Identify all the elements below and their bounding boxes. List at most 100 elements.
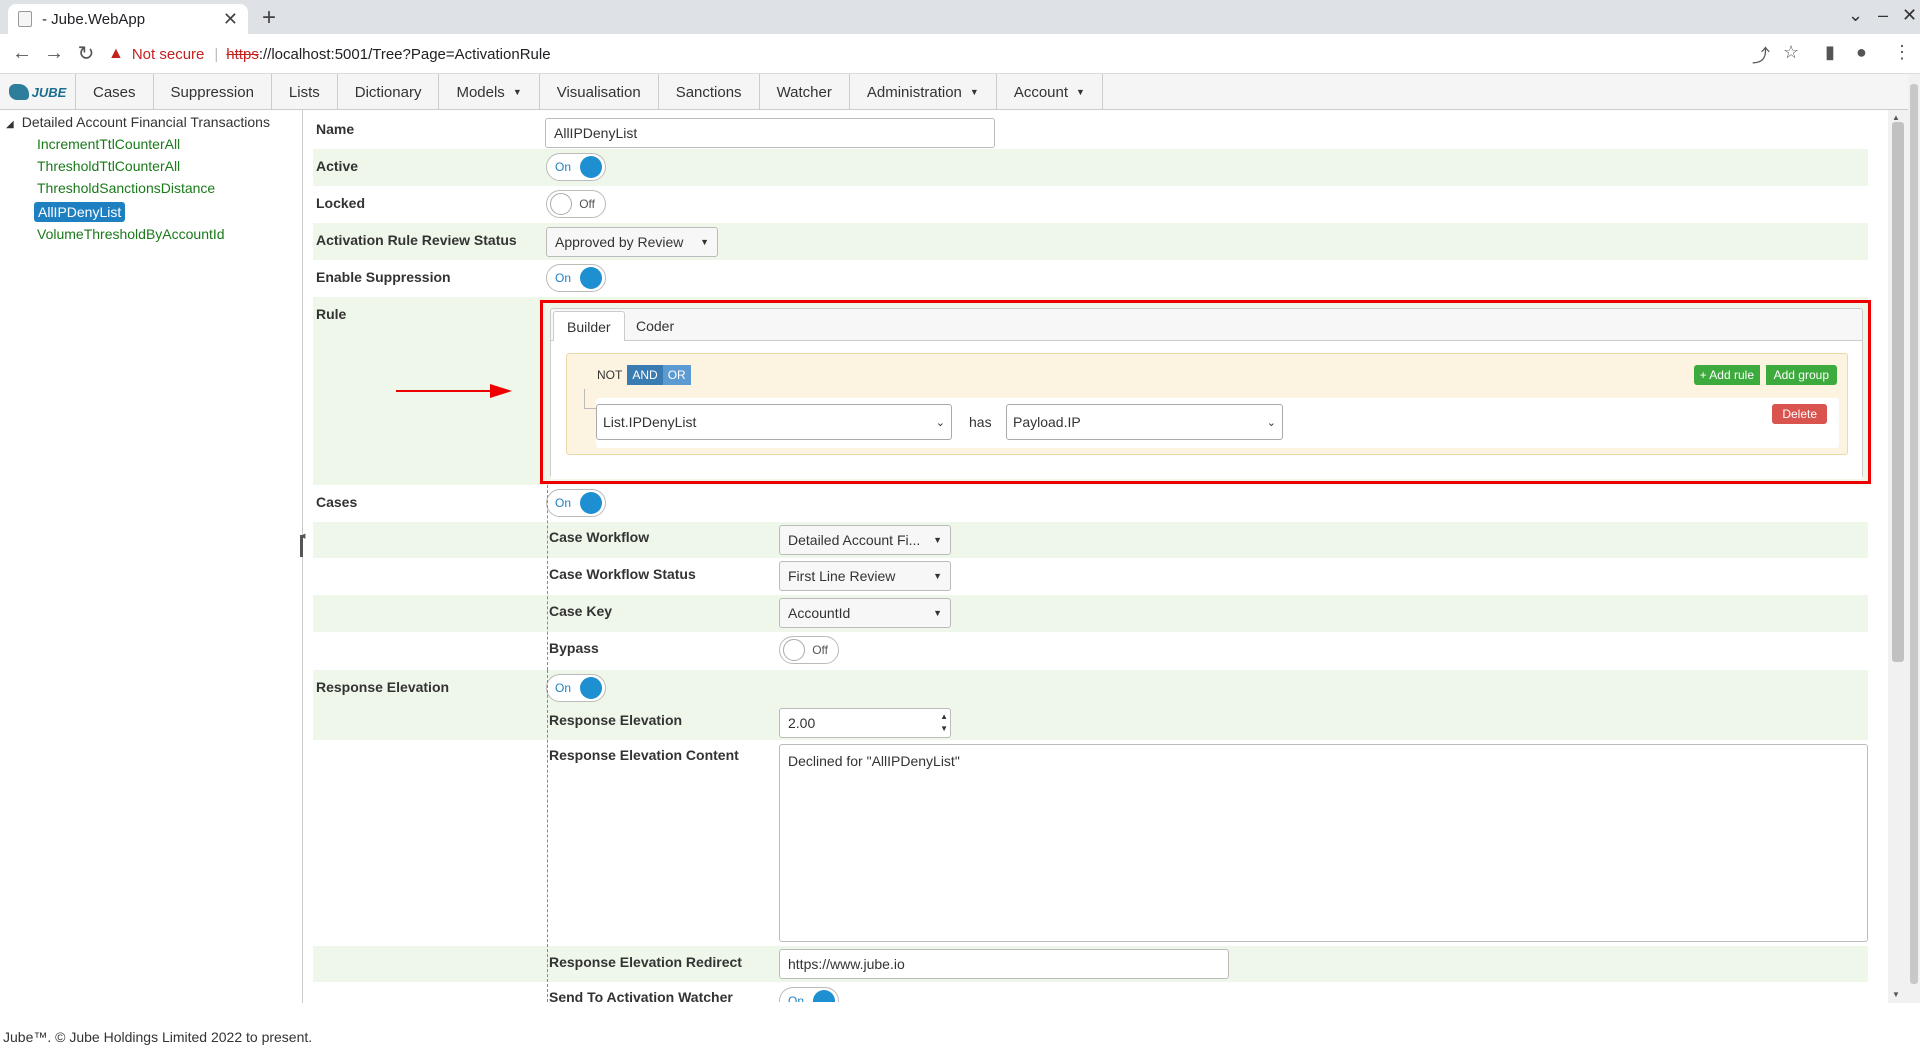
tree-item[interactable]: IncrementTtlCounterAll [37, 134, 180, 154]
name-label: Name [316, 121, 355, 137]
case-key-select[interactable]: AccountId ▼ [779, 598, 951, 628]
caret-down-icon: ▼ [700, 237, 709, 247]
nav-cases[interactable]: Cases [76, 74, 154, 110]
caret-down-icon: ▼ [512, 87, 522, 97]
chevron-down-icon[interactable]: ⌄ [1848, 5, 1863, 26]
name-input[interactable]: AllIPDenyList [545, 118, 995, 148]
browser-tabstrip: - Jube.WebApp ✕ + ⌄ – ✕ [0, 0, 1920, 34]
response-elevation-content-textarea[interactable]: Declined for "AllIPDenyList" [779, 744, 1868, 942]
highlight-box [540, 300, 1871, 484]
nav-watcher[interactable]: Watcher [760, 74, 850, 110]
menu-icon[interactable]: ⋮ [1893, 42, 1911, 63]
row-active: Active On [313, 149, 1868, 186]
forward-icon[interactable]: → [38, 42, 70, 65]
spinner-arrows-icon[interactable]: ▲ ▼ [940, 711, 948, 735]
red-arrow-icon [396, 384, 512, 398]
caret-down-icon: ▼ [933, 535, 942, 545]
footer-text: Jube™. © Jube Holdings Limited 2022 to p… [3, 1029, 313, 1045]
row-name: Name AllIPDenyList [313, 112, 1868, 149]
send-to-watcher-switch[interactable]: On [779, 987, 839, 1002]
case-workflow-status-select[interactable]: First Line Review ▼ [779, 561, 951, 591]
caret-down-icon: ▼ [1076, 87, 1085, 97]
splitter-handle[interactable] [300, 535, 303, 557]
locked-switch[interactable]: Off [546, 190, 606, 218]
locked-label: Locked [316, 195, 366, 211]
case-key-label: Case Key [549, 603, 613, 619]
back-icon[interactable]: ← [6, 42, 38, 65]
address-bar[interactable]: ▲ Not secure | https ://localhost:5001/T… [108, 38, 1776, 70]
separator: | [214, 45, 219, 63]
case-workflow-select[interactable]: Detailed Account Fi... ▼ [779, 525, 951, 555]
tree-item[interactable]: VolumeThresholdByAccountId [37, 224, 225, 244]
case-workflow-status-label: Case Workflow Status [549, 566, 696, 582]
tree-item-selected[interactable]: AllIPDenyList [34, 202, 126, 222]
response-elevation-switch[interactable]: On [546, 674, 606, 702]
tree-item[interactable]: ThresholdTtlCounterAll [37, 156, 180, 176]
cases-label: Cases [316, 494, 358, 510]
tree-item[interactable]: ThresholdSanctionsDistance [37, 178, 215, 198]
form-scrollbar-thumb[interactable] [1892, 122, 1904, 662]
cases-divider [547, 485, 548, 670]
row-enable-suppression: Enable Suppression On [313, 260, 1868, 297]
nav-lists[interactable]: Lists [272, 74, 338, 110]
response-divider [547, 670, 548, 1002]
nav-dictionary[interactable]: Dictionary [338, 74, 440, 110]
page-icon [18, 11, 32, 27]
browser-toolbar: ← → ↻ ▲ Not secure | https ://localhost:… [0, 34, 1920, 74]
nav-models[interactable]: Models ▼ [439, 74, 540, 110]
url-scheme: https [226, 45, 259, 63]
page-scrollbar-thumb[interactable] [1910, 84, 1918, 984]
app-navbar: JUBE Cases Suppression Lists Dictionary … [0, 74, 1908, 110]
close-window-icon[interactable]: ✕ [1902, 5, 1917, 26]
tab-title: - Jube.WebApp [42, 10, 146, 28]
bypass-switch[interactable]: Off [779, 636, 839, 664]
case-workflow-label: Case Workflow [549, 529, 650, 545]
caret-down-icon: ▼ [933, 608, 942, 618]
tree-root[interactable]: ◢ Detailed Account Financial Transactions [6, 114, 270, 130]
response-elevation-redirect-input[interactable]: https://www.jube.io [779, 949, 1229, 979]
review-status-select[interactable]: Approved by Review ▼ [546, 227, 718, 257]
star-icon[interactable]: ☆ [1783, 42, 1799, 63]
scroll-up-icon[interactable]: ▲ [1892, 113, 1900, 122]
active-label: Active [316, 158, 359, 174]
activation-rule-form: Name AllIPDenyList Active On Locked Off … [313, 112, 1868, 1002]
close-icon[interactable]: ✕ [223, 9, 238, 30]
nav-visualisation[interactable]: Visualisation [540, 74, 659, 110]
bypass-label: Bypass [549, 640, 599, 656]
nav-suppression[interactable]: Suppression [154, 74, 272, 110]
enable-suppression-switch[interactable]: On [546, 264, 606, 292]
profile-icon[interactable]: ● [1856, 42, 1867, 63]
url-path: ://localhost:5001/Tree?Page=ActivationRu… [258, 45, 551, 63]
review-status-label: Activation Rule Review Status [316, 232, 517, 248]
send-to-watcher-label: Send To Activation Watcher [549, 989, 733, 1002]
cases-switch[interactable]: On [546, 489, 606, 517]
response-elevation-input[interactable]: 2.00 ▲ ▼ [779, 708, 951, 738]
response-elevation-sub-label: Response Elevation [549, 712, 683, 728]
plus-icon[interactable]: + [262, 4, 276, 32]
enable-suppression-label: Enable Suppression [316, 269, 451, 285]
share-icon[interactable]: ⤴ [1752, 42, 1770, 68]
nav-account[interactable]: Account ▼ [997, 74, 1103, 110]
row-review-status: Activation Rule Review Status Approved b… [313, 223, 1868, 260]
nav-sanctions[interactable]: Sanctions [659, 74, 760, 110]
rule-label: Rule [316, 306, 347, 322]
response-elevation-redirect-label: Response Elevation Redirect [549, 954, 742, 970]
warning-icon: ▲ [108, 45, 124, 62]
reload-icon[interactable]: ↻ [70, 41, 102, 66]
browser-tab[interactable]: - Jube.WebApp ✕ [8, 4, 248, 34]
side-panel-icon[interactable]: ▮ [1825, 42, 1835, 63]
nav-administration[interactable]: Administration ▼ [850, 74, 997, 110]
row-locked: Locked Off [313, 186, 1868, 223]
response-elevation-label: Response Elevation [316, 679, 450, 695]
scroll-down-icon[interactable]: ▼ [1892, 990, 1900, 999]
caret-down-icon: ▼ [969, 87, 979, 97]
model-tree: ◢ Detailed Account Financial Transactions… [0, 110, 303, 1003]
collapse-triangle-icon[interactable]: ◢ [6, 119, 14, 130]
footer: Jube™. © Jube Holdings Limited 2022 to p… [0, 1003, 1920, 1048]
caret-down-icon: ▼ [933, 571, 942, 581]
response-elevation-content-label: Response Elevation Content [549, 747, 739, 763]
minimize-icon[interactable]: – [1878, 5, 1888, 26]
active-switch[interactable]: On [546, 153, 606, 181]
jube-logo[interactable]: JUBE [0, 74, 76, 110]
not-secure-label: Not secure [131, 45, 205, 63]
